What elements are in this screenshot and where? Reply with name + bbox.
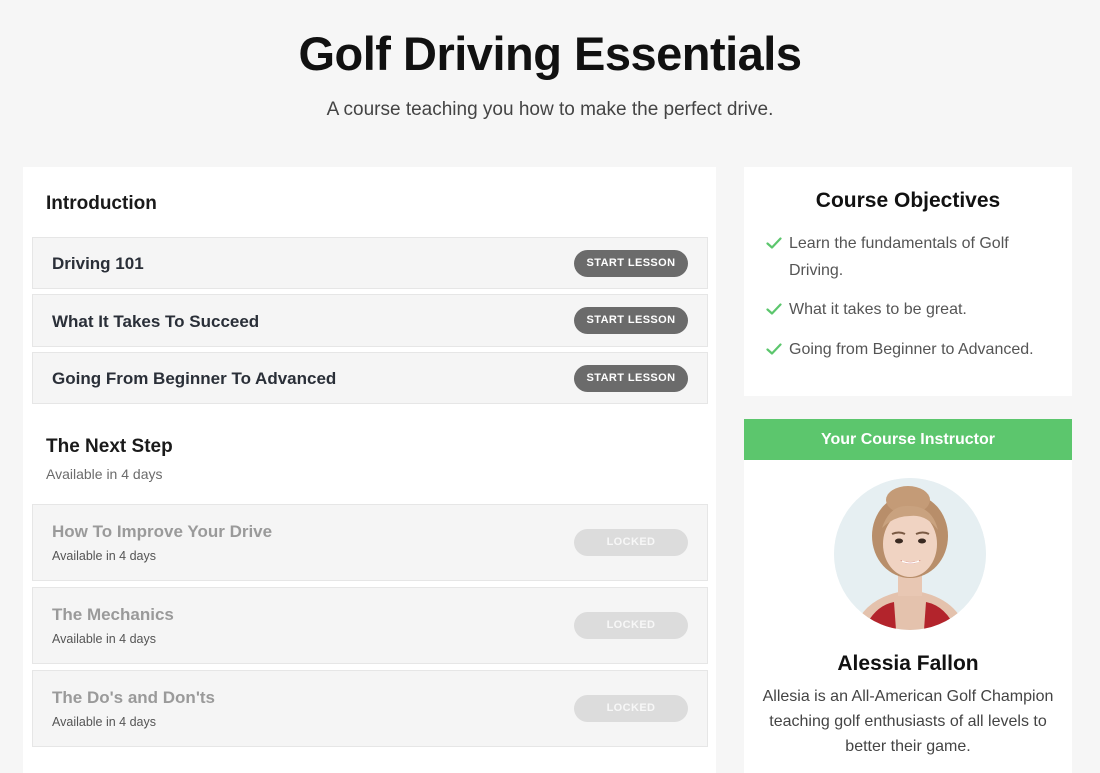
locked-button: LOCKED	[574, 695, 688, 722]
objective-text: Going from Beginner to Advanced.	[789, 341, 1034, 358]
start-lesson-button[interactable]: START LESSON	[574, 307, 688, 334]
lesson-title: The Do's and Don'ts	[52, 688, 215, 707]
check-icon	[766, 343, 782, 355]
locked-button: LOCKED	[574, 612, 688, 639]
objective-text: Learn the fundamentals of Golf Driving.	[789, 235, 1009, 279]
objectives-title: Course Objectives	[815, 189, 1001, 212]
lesson-availability: Available in 4 days	[52, 715, 157, 729]
lesson-title: What It Takes To Succeed	[52, 312, 260, 331]
instructor-panel: Your Course Instructor Alessia Fallon Al…	[744, 419, 1072, 773]
check-icon	[766, 237, 782, 249]
lesson-title: Going From Beginner To Advanced	[52, 369, 337, 388]
avatar	[834, 478, 986, 630]
page-subtitle: A course teaching you how to make the pe…	[326, 99, 774, 120]
lesson-title: How To Improve Your Drive	[52, 522, 273, 541]
lesson-availability: Available in 4 days	[52, 632, 157, 646]
objective-item: What it takes to be great.	[766, 296, 1056, 323]
locked-lesson-row: How To Improve Your Drive Available in 4…	[32, 504, 708, 581]
objective-text: What it takes to be great.	[789, 301, 967, 318]
instructor-bio: Allesia is an All-American Golf Champion…	[762, 688, 1054, 755]
lessons-panel: Introduction Driving 101 START LESSON Wh…	[23, 167, 716, 773]
lesson-title: Driving 101	[52, 254, 144, 273]
lesson-availability: Available in 4 days	[52, 549, 157, 563]
start-lesson-button[interactable]: START LESSON	[574, 250, 688, 277]
objective-item: Learn the fundamentals of Golf Driving.	[766, 230, 1056, 284]
locked-lesson-row: The Mechanics Available in 4 days LOCKED	[32, 587, 708, 664]
section-title-introduction: Introduction	[46, 193, 157, 214]
start-lesson-button[interactable]: START LESSON	[574, 365, 688, 392]
section-availability: Available in 4 days	[46, 466, 163, 482]
instructor-banner: Your Course Instructor	[744, 419, 1072, 460]
lesson-row[interactable]: Driving 101 START LESSON	[32, 237, 708, 289]
section-title-next-step: The Next Step	[46, 436, 173, 457]
objective-item: Going from Beginner to Advanced.	[766, 336, 1056, 363]
locked-button: LOCKED	[574, 529, 688, 556]
lesson-row[interactable]: What It Takes To Succeed START LESSON	[32, 294, 708, 347]
lesson-row[interactable]: Going From Beginner To Advanced START LE…	[32, 352, 708, 404]
check-icon	[766, 303, 782, 315]
lesson-title: The Mechanics	[52, 605, 174, 624]
objectives-panel: Course Objectives Learn the fundamentals…	[744, 167, 1072, 396]
locked-lesson-row: The Do's and Don'ts Available in 4 days …	[32, 670, 708, 747]
instructor-name: Alessia Fallon	[837, 652, 979, 675]
page-title: Golf Driving Essentials	[298, 27, 802, 80]
